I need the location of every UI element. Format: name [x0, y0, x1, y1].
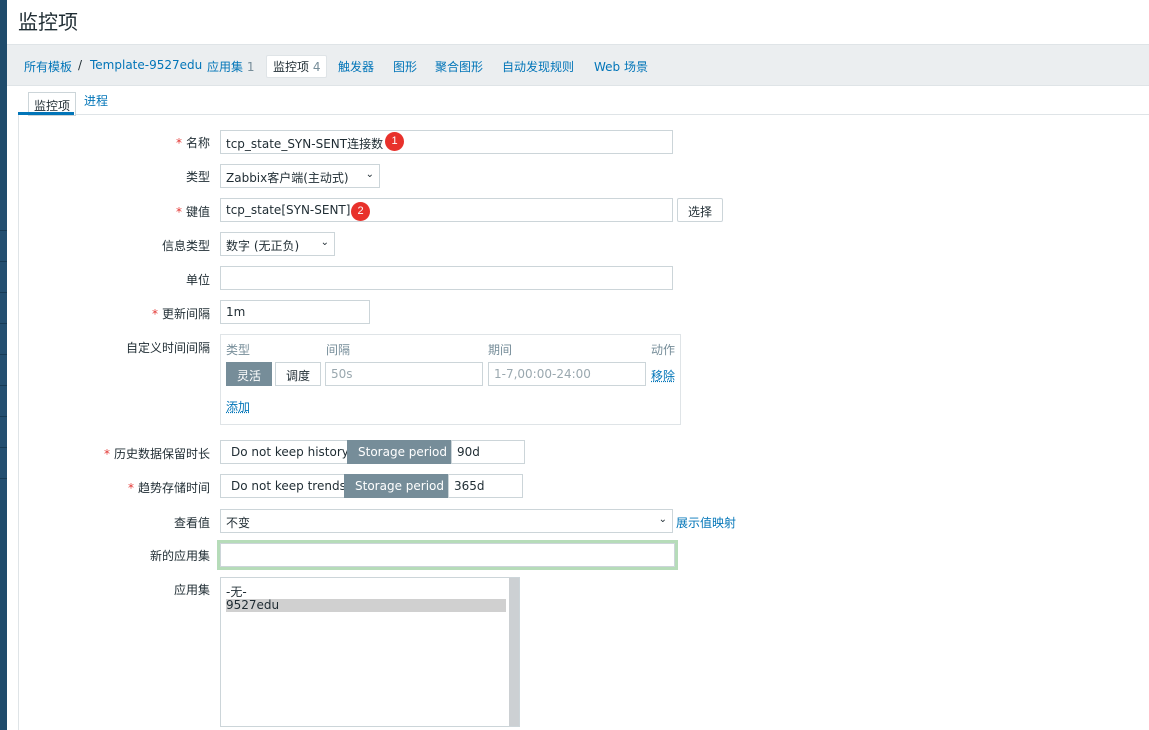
annotation-badge-2: 2	[351, 202, 370, 221]
trends-period-input[interactable]: 365d	[448, 474, 523, 498]
valuemap-select[interactable]: 不变 ⌄	[220, 509, 673, 533]
info-type-select[interactable]: 数字 (无正负) ⌄	[220, 232, 335, 256]
nav-applications[interactable]: 应用集 1	[207, 58, 254, 75]
info-type-select-value: 数字 (无正负)	[226, 239, 300, 253]
select-key-button[interactable]: 选择	[677, 198, 724, 222]
nav-items-active[interactable]: 监控项 4	[266, 55, 328, 78]
ci-add-link[interactable]: 添加	[226, 398, 250, 415]
apps-label: 应用集	[173, 583, 210, 597]
tab-process[interactable]: 进程	[84, 92, 108, 109]
item-form: * 名称 tcp_state_SYN-SENT连接数 1 类型 Zabbix客户端…	[18, 115, 1149, 730]
units-label: 单位	[185, 273, 210, 287]
chevron-down-icon: ⌄	[658, 514, 667, 525]
nav-discovery[interactable]: 自动发现规则	[502, 58, 574, 75]
breadcrumb-navbar: 所有模板 / Template-9527edu 应用集 1 监控项 4 触发器 …	[7, 44, 1149, 86]
ci-col-type: 类型	[226, 343, 251, 357]
chevron-down-icon: ⌄	[365, 169, 374, 180]
valuemap-select-value: 不变	[226, 516, 251, 530]
nav-screens[interactable]: 聚合图形	[435, 58, 483, 75]
breadcrumb-all-templates[interactable]: 所有模板	[24, 58, 72, 75]
ci-interval-input[interactable]: 50s	[325, 362, 483, 386]
nav-triggers[interactable]: 触发器	[338, 58, 374, 75]
ci-flexible-toggle[interactable]: 灵活	[226, 362, 273, 386]
page-title: 监控项	[18, 10, 78, 34]
ci-col-interval: 间隔	[326, 343, 351, 357]
show-value-mappings-link[interactable]: 展示值映射	[676, 514, 736, 531]
custom-intervals-label: 自定义时间间隔	[125, 341, 210, 355]
new-application-input-wrapper	[217, 540, 678, 570]
interval-label: * 更新间隔	[151, 307, 210, 321]
nav-web-scenarios[interactable]: Web 场景	[594, 58, 648, 75]
name-input[interactable]: tcp_state_SYN-SENT连接数	[220, 130, 673, 154]
new-application-input[interactable]	[220, 543, 675, 567]
info-type-label: 信息类型	[161, 239, 210, 253]
custom-intervals-table: 类型 间隔 期间 动作 灵活 调度 50s 1-7,00:00-24:00 移除…	[220, 334, 681, 425]
history-period-input[interactable]: 90d	[451, 440, 525, 464]
history-storage-toggle[interactable]: Storage period	[347, 440, 458, 464]
trends-label: * 趋势存储时间	[127, 481, 210, 495]
nav-applications-label: 应用集	[207, 60, 244, 74]
ci-scheduling-toggle[interactable]: 调度	[275, 362, 322, 386]
type-select-value: Zabbix客户端(主动式)	[226, 171, 349, 185]
nav-items-count: 4	[312, 60, 321, 74]
interval-input[interactable]: 1m	[220, 300, 370, 324]
nav-graphs[interactable]: 图形	[393, 58, 417, 75]
type-label: 类型	[185, 170, 210, 184]
annotation-badge-1: 1	[385, 132, 404, 151]
ci-col-action: 动作	[651, 343, 676, 357]
trends-storage-toggle[interactable]: Storage period	[344, 474, 455, 498]
left-sidebar-strip	[0, 0, 7, 730]
breadcrumb-separator: /	[78, 58, 83, 72]
nav-applications-count: 1	[246, 60, 255, 74]
type-select[interactable]: Zabbix客户端(主动式) ⌄	[220, 164, 380, 188]
ci-remove-link[interactable]: 移除	[651, 367, 675, 384]
new-app-label: 新的应用集	[149, 549, 210, 563]
app-option-9527edu[interactable]: 9527edu	[226, 599, 506, 612]
key-input[interactable]: tcp_state[SYN-SENT]	[220, 198, 673, 222]
history-label: * 历史数据保留时长	[103, 447, 210, 461]
name-label: * 名称	[175, 136, 210, 150]
key-label: * 键值	[175, 205, 210, 219]
nav-items-label: 监控项	[273, 60, 310, 74]
ci-col-period: 期间	[488, 343, 513, 357]
history-no-keep-toggle[interactable]: Do not keep history	[220, 440, 360, 464]
applications-listbox[interactable]: -无- 9527edu	[220, 577, 520, 727]
form-tabs: 监控项 进程	[18, 86, 1149, 116]
ci-period-input[interactable]: 1-7,00:00-24:00	[488, 362, 646, 386]
chevron-down-icon: ⌄	[320, 237, 329, 248]
units-input[interactable]	[220, 266, 673, 290]
listbox-scrollbar[interactable]	[509, 578, 519, 726]
trends-no-keep-toggle[interactable]: Do not keep trends	[220, 474, 357, 498]
valuemap-label: 查看值	[173, 516, 210, 530]
breadcrumb-template[interactable]: Template-9527edu	[90, 58, 202, 72]
